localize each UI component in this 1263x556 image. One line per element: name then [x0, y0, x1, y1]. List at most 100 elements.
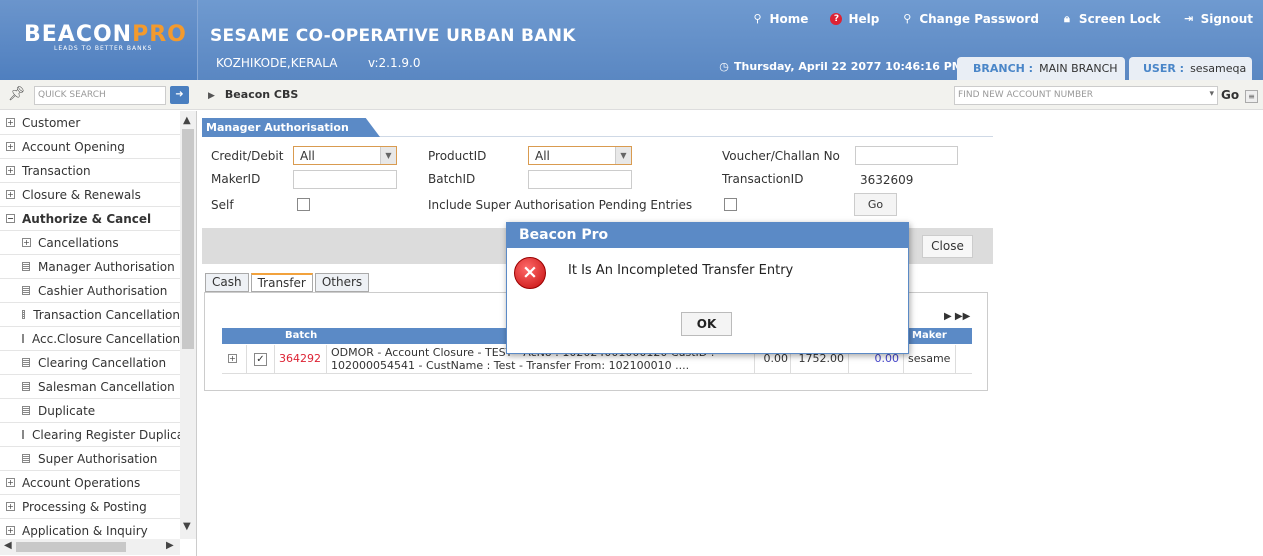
expand-icon[interactable]: + [228, 354, 237, 363]
screen-lock-link[interactable]: 🔒︎ Screen Lock [1061, 12, 1161, 26]
chevron-down-icon: ▼ [380, 147, 396, 164]
sidebar-item-manager-authorisation[interactable]: Manager Authorisation [0, 255, 180, 279]
sidebar-item-transaction-cancellation[interactable]: Transaction Cancellation [0, 303, 180, 327]
self-label: Self [211, 198, 234, 212]
chevron-down-icon: ▼ [615, 147, 631, 164]
arrow-right-icon: ➜ [175, 89, 184, 100]
branch-tab[interactable]: BRANCH : MAIN BRANCH [957, 57, 1125, 80]
sidebar-item-clearing-cancellation[interactable]: Clearing Cancellation [0, 351, 180, 375]
maker-column-header[interactable]: Maker [912, 330, 947, 341]
scroll-thumb[interactable] [182, 129, 194, 349]
go-button[interactable]: Go [854, 193, 897, 216]
batch-cell: 364292 [275, 345, 327, 374]
credit-debit-label: Credit/Debit [211, 149, 284, 163]
sidebar-item-label: Application & Inquiry [22, 523, 148, 538]
sidebar-item-processing-posting[interactable]: + Processing & Posting [0, 495, 180, 519]
help-icon: ? [830, 13, 843, 25]
tab-others[interactable]: Others [314, 273, 370, 292]
find-account-input[interactable]: FIND NEW ACCOUNT NUMBER ▾ [954, 86, 1218, 105]
batch-id-input[interactable] [528, 170, 632, 189]
error-dialog: Beacon Pro × It Is An Incompleted Transf… [506, 222, 909, 354]
clock-icon: ◷ [719, 59, 729, 73]
sidebar-menu: + Customer + Account Opening + Transaction + Cl… [0, 111, 180, 543]
search-icon: ⚲ [753, 12, 762, 25]
batch-column-header[interactable]: Batch [285, 330, 317, 341]
sidebar-item-account-operations[interactable]: + Account Operations [0, 471, 180, 495]
quick-search-input[interactable]: QUICK SEARCH [34, 86, 166, 105]
expand-icon: + [6, 190, 15, 199]
document-icon [22, 454, 30, 463]
breadcrumb-arrow-icon: ▶ [208, 91, 215, 101]
sidebar-vertical-scrollbar[interactable]: ▲ ▼ [180, 111, 196, 539]
scroll-thumb-horizontal[interactable] [16, 542, 126, 552]
select-cell: ✓ [247, 345, 275, 374]
quick-search-button[interactable]: ➜ [170, 86, 189, 104]
self-checkbox[interactable] [297, 198, 310, 211]
document-icon [22, 430, 24, 439]
tab-bar: Cash Transfer Others [205, 273, 370, 292]
close-button[interactable]: Close [922, 235, 973, 258]
sidebar-item-label: Salesman Cancellation [38, 379, 175, 394]
logo-area: BEACONPRO LEADS TO BETTER BANKS [0, 0, 198, 80]
super-auth-label: Include Super Authorisation Pending Entr… [428, 198, 693, 212]
sidebar-item-authorize-cancel[interactable]: − Authorize & Cancel [0, 207, 180, 231]
sidebar-item-super-authorisation[interactable]: Super Authorisation [0, 447, 180, 471]
signout-icon: ⇥ [1183, 12, 1194, 25]
sidebar-item-customer[interactable]: + Customer [0, 111, 180, 135]
product-id-label: ProductID [428, 149, 487, 163]
sidebar-item-label: Manager Authorisation [38, 259, 175, 274]
sidebar-item-clearing-register-duplicate[interactable]: Clearing Register Duplicate [0, 423, 180, 447]
panel-title: Manager Authorisation [202, 118, 380, 137]
sub-toolbar: 📌︎ QUICK SEARCH ➜ ▶ Beacon CBS FIND NEW A… [0, 80, 1263, 110]
scroll-down-icon[interactable]: ▼ [183, 521, 191, 532]
expand-icon: + [6, 142, 15, 151]
sidebar-item-label: Account Opening [22, 139, 125, 154]
sidebar-item-duplicate[interactable]: Duplicate [0, 399, 180, 423]
voucher-input[interactable] [855, 146, 958, 165]
dialog-title: Beacon Pro [507, 223, 908, 248]
sidebar-item-transaction[interactable]: + Transaction [0, 159, 180, 183]
last-page-icon[interactable]: ▶▶ [955, 311, 970, 322]
tab-transfer[interactable]: Transfer [250, 273, 313, 292]
product-id-select[interactable]: All ▼ [528, 146, 632, 165]
row-checkbox[interactable]: ✓ [254, 353, 267, 366]
super-auth-checkbox[interactable] [724, 198, 737, 211]
chevron-down-icon[interactable]: ▾ [1209, 89, 1214, 99]
pin-icon[interactable]: 📌︎ [8, 86, 26, 102]
sidebar: + Customer + Account Opening + Transaction + Cl… [0, 111, 197, 556]
lock-icon: 🔒︎ [1063, 12, 1070, 25]
home-link[interactable]: ⚲ Home [752, 12, 808, 26]
document-icon [22, 310, 26, 319]
sidebar-item-account-opening[interactable]: + Account Opening [0, 135, 180, 159]
sidebar-item-acc-closure-cancellation[interactable]: Acc.Closure Cancellation [0, 327, 180, 351]
sidebar-item-closure-renewals[interactable]: + Closure & Renewals [0, 183, 180, 207]
transaction-id-input[interactable]: 3632609 [855, 170, 958, 189]
user-tab[interactable]: USER : sesameqa [1129, 57, 1252, 80]
sidebar-horizontal-scrollbar[interactable]: ◀ ▶ [0, 539, 180, 555]
voucher-label: Voucher/Challan No [722, 149, 840, 163]
signout-link[interactable]: ⇥ Signout [1183, 12, 1253, 26]
expand-icon: + [6, 478, 15, 487]
sidebar-item-cashier-authorisation[interactable]: Cashier Authorisation [0, 279, 180, 303]
scroll-right-icon[interactable]: ▶ [166, 540, 174, 551]
find-go-button[interactable]: Go [1221, 88, 1239, 102]
app-version: v:2.1.9.0 [368, 56, 421, 70]
expand-icon: + [22, 238, 31, 247]
sidebar-item-cancellations[interactable]: + Cancellations [0, 231, 180, 255]
credit-debit-select[interactable]: All ▼ [293, 146, 397, 165]
sidebar-item-salesman-cancellation[interactable]: Salesman Cancellation [0, 375, 180, 399]
sidebar-item-label: Acc.Closure Cancellation [32, 331, 180, 346]
dialog-message: It Is An Incompleted Transfer Entry [568, 263, 794, 278]
next-page-icon[interactable]: ▶ [944, 311, 952, 322]
ok-button[interactable]: OK [681, 312, 732, 336]
menu-icon[interactable]: ≡ [1245, 90, 1258, 103]
maker-id-input[interactable] [293, 170, 397, 189]
document-icon [22, 382, 30, 391]
scroll-up-icon[interactable]: ▲ [183, 115, 191, 126]
batch-number[interactable]: 364292 [279, 352, 321, 365]
help-link[interactable]: ? Help [830, 12, 879, 26]
tab-cash[interactable]: Cash [205, 273, 249, 292]
sidebar-item-label: Authorize & Cancel [22, 211, 152, 226]
scroll-left-icon[interactable]: ◀ [4, 540, 12, 551]
change-password-link[interactable]: ⚲ Change Password [901, 12, 1039, 26]
